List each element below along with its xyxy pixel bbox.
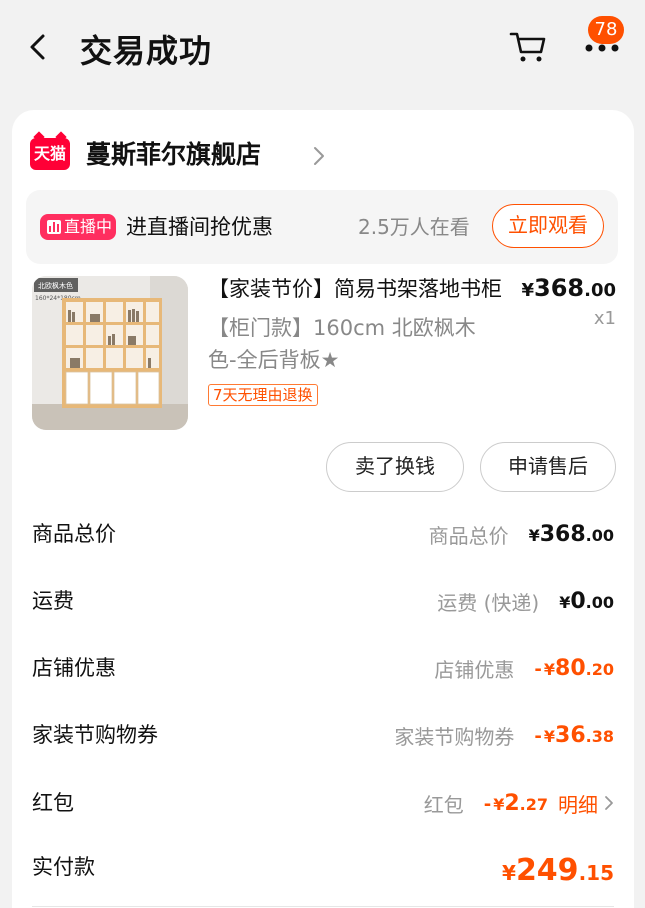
live-badge: 直播中 (40, 214, 116, 240)
viewer-count: 2.5万人在看 (358, 215, 470, 239)
goods-total-label: 商品总价 (32, 522, 116, 546)
goods-total-amount: ¥368.00 (528, 521, 614, 547)
coupon-label: 家装节购物券 (32, 723, 158, 747)
paid-amount: ¥249.15 (502, 852, 614, 888)
page-title: 交易成功 (80, 32, 213, 70)
red-packet-label: 红包 (32, 791, 74, 815)
cart-icon[interactable] (508, 28, 548, 64)
red-packet-detail-link[interactable]: 明细 (558, 789, 598, 818)
shop-discount-row: 店铺优惠 店铺优惠 - ¥80.20 (32, 648, 614, 688)
red-packet-amount: - ¥2.27 (483, 790, 548, 816)
goods-total-sub: 商品总价 (428, 523, 509, 548)
shipping-row: 运费 运费 (快递) ¥0.00 (32, 581, 614, 621)
image-caption: 北欧枫木色 (38, 281, 73, 290)
return-policy-tag: 7天无理由退换 (208, 384, 318, 406)
product-quantity: x1 (593, 308, 616, 329)
shop-header[interactable]: 天猫 蔓斯菲尔旗舰店 (30, 138, 430, 172)
chevron-left-icon[interactable] (26, 32, 50, 62)
shop-discount-amount: - ¥80.20 (534, 655, 614, 681)
paid-row: 实付款 ¥249.15 (32, 847, 614, 893)
coupon-amount: - ¥36.38 (534, 722, 614, 748)
after-sale-button[interactable]: 申请售后 (480, 442, 616, 492)
header: 交易成功 78 (0, 0, 645, 100)
live-badge-label: 直播中 (64, 217, 113, 236)
shop-name[interactable]: 蔓斯菲尔旗舰店 (86, 138, 261, 172)
chevron-right-icon[interactable] (312, 146, 326, 166)
message-count-badge: 78 (588, 16, 624, 44)
live-promo-text: 进直播间抢优惠 (126, 215, 273, 239)
product-image[interactable]: 北欧枫木色 160*24*180cm (32, 276, 188, 430)
paid-label: 实付款 (32, 855, 95, 879)
coupon-row: 家装节购物券 家装节购物券 - ¥36.38 (32, 715, 614, 755)
shipping-amount: ¥0.00 (559, 588, 614, 614)
shipping-sub: 运费 (快递) (437, 590, 540, 615)
product-title[interactable]: 【家装节价】简易书架落地书柜 (208, 272, 508, 306)
red-packet-row[interactable]: 红包 红包 - ¥2.27 明细 (32, 783, 614, 823)
sell-button[interactable]: 卖了换钱 (326, 442, 464, 492)
order-card: 天猫 蔓斯菲尔旗舰店 直播中 进直播间抢优惠 2.5万人在看 立即观看 北欧枫木… (12, 110, 634, 908)
watch-now-button[interactable]: 立即观看 (492, 204, 604, 248)
goods-total-row: 商品总价 商品总价 ¥368.00 (32, 514, 614, 554)
tmall-logo: 天猫 (30, 138, 70, 170)
shop-discount-label: 店铺优惠 (32, 656, 116, 680)
coupon-sub: 家装节购物券 (394, 724, 515, 749)
product-spec: 【柜门款】160cm 北欧枫木色-全后背板★ (208, 316, 476, 372)
live-bars-icon (47, 220, 61, 234)
shipping-label: 运费 (32, 589, 74, 613)
bookshelf-image: 北欧枫木色 160*24*180cm (32, 276, 188, 430)
red-packet-sub: 红包 (423, 792, 464, 817)
divider (32, 906, 614, 907)
product-price: ¥368.00 (521, 274, 616, 302)
live-stream-banner[interactable]: 直播中 进直播间抢优惠 2.5万人在看 立即观看 (26, 190, 618, 264)
chevron-right-icon[interactable] (604, 795, 614, 811)
shop-discount-sub: 店铺优惠 (434, 657, 515, 682)
